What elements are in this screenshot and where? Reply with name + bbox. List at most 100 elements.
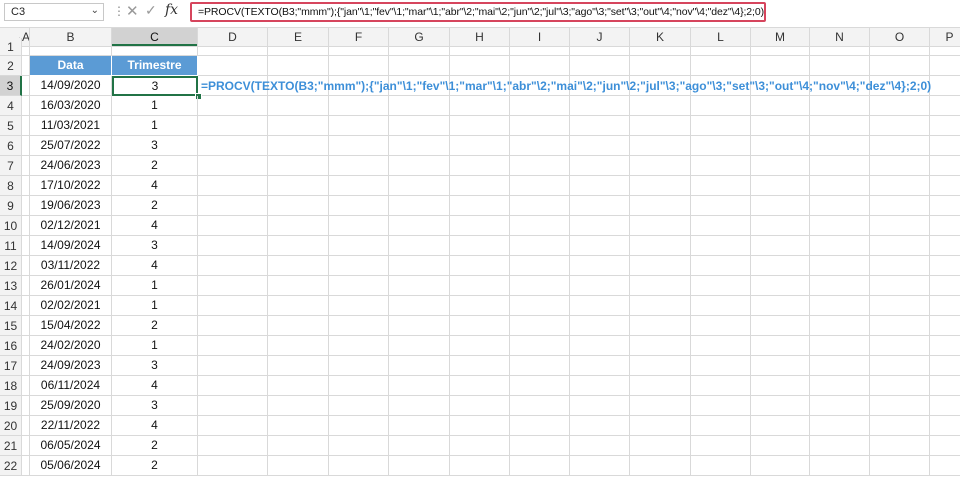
cell-g11[interactable] <box>389 236 450 256</box>
cell-o9[interactable] <box>870 196 930 216</box>
cell-o7[interactable] <box>870 156 930 176</box>
cell-k1[interactable] <box>630 38 691 56</box>
cell-l11[interactable] <box>691 236 751 256</box>
cell-e20[interactable] <box>268 416 329 436</box>
cell-b18[interactable]: 06/11/2024 <box>30 376 112 396</box>
cell-p11[interactable] <box>930 236 960 256</box>
cell-b7[interactable]: 24/06/2023 <box>30 156 112 176</box>
cell-m8[interactable] <box>751 176 810 196</box>
cell-c10[interactable]: 4 <box>112 216 198 236</box>
cell-b8[interactable]: 17/10/2022 <box>30 176 112 196</box>
cell-a22[interactable] <box>22 456 30 476</box>
cell-m13[interactable] <box>751 276 810 296</box>
cell-j1[interactable] <box>570 38 630 56</box>
cell-c4[interactable]: 1 <box>112 96 198 116</box>
cell-g22[interactable] <box>389 456 450 476</box>
cell-j10[interactable] <box>570 216 630 236</box>
cell-c9[interactable]: 2 <box>112 196 198 216</box>
cell-c16[interactable]: 1 <box>112 336 198 356</box>
name-box[interactable]: C3 ⌄ <box>4 3 104 21</box>
cell-o1[interactable] <box>870 38 930 56</box>
cell-h7[interactable] <box>450 156 510 176</box>
cell-k2[interactable] <box>630 56 691 76</box>
cell-e10[interactable] <box>268 216 329 236</box>
cell-a12[interactable] <box>22 256 30 276</box>
cell-f18[interactable] <box>329 376 389 396</box>
cell-l22[interactable] <box>691 456 751 476</box>
cell-k12[interactable] <box>630 256 691 276</box>
cell-f20[interactable] <box>329 416 389 436</box>
cell-h13[interactable] <box>450 276 510 296</box>
cell-l9[interactable] <box>691 196 751 216</box>
cell-p16[interactable] <box>930 336 960 356</box>
cell-b15[interactable]: 15/04/2022 <box>30 316 112 336</box>
row-header-5[interactable]: 5 <box>0 116 22 136</box>
cell-f12[interactable] <box>329 256 389 276</box>
cell-i10[interactable] <box>510 216 570 236</box>
cell-b22[interactable]: 05/06/2024 <box>30 456 112 476</box>
cell-d19[interactable] <box>198 396 268 416</box>
cell-f15[interactable] <box>329 316 389 336</box>
cell-j11[interactable] <box>570 236 630 256</box>
cell-j16[interactable] <box>570 336 630 356</box>
cell-p5[interactable] <box>930 116 960 136</box>
cell-h1[interactable] <box>450 38 510 56</box>
cell-p20[interactable] <box>930 416 960 436</box>
cell-b10[interactable]: 02/12/2021 <box>30 216 112 236</box>
cell-c18[interactable]: 4 <box>112 376 198 396</box>
cell-a1[interactable] <box>22 38 30 56</box>
cell-k16[interactable] <box>630 336 691 356</box>
cell-h9[interactable] <box>450 196 510 216</box>
cell-f16[interactable] <box>329 336 389 356</box>
cell-c1[interactable] <box>112 38 198 56</box>
cell-g9[interactable] <box>389 196 450 216</box>
cell-h6[interactable] <box>450 136 510 156</box>
cell-e11[interactable] <box>268 236 329 256</box>
cell-h22[interactable] <box>450 456 510 476</box>
cell-m14[interactable] <box>751 296 810 316</box>
row-header-16[interactable]: 16 <box>0 336 22 356</box>
row-header-13[interactable]: 13 <box>0 276 22 296</box>
cell-k4[interactable] <box>630 96 691 116</box>
cell-f2[interactable] <box>329 56 389 76</box>
cell-b16[interactable]: 24/02/2020 <box>30 336 112 356</box>
cell-i11[interactable] <box>510 236 570 256</box>
cell-o18[interactable] <box>870 376 930 396</box>
cell-e17[interactable] <box>268 356 329 376</box>
row-header-19[interactable]: 19 <box>0 396 22 416</box>
cell-i18[interactable] <box>510 376 570 396</box>
cell-d16[interactable] <box>198 336 268 356</box>
cell-j15[interactable] <box>570 316 630 336</box>
cell-g10[interactable] <box>389 216 450 236</box>
cell-h20[interactable] <box>450 416 510 436</box>
cell-d7[interactable] <box>198 156 268 176</box>
cell-k8[interactable] <box>630 176 691 196</box>
cell-i7[interactable] <box>510 156 570 176</box>
cell-o11[interactable] <box>870 236 930 256</box>
cell-h19[interactable] <box>450 396 510 416</box>
cell-e1[interactable] <box>268 38 329 56</box>
cell-o12[interactable] <box>870 256 930 276</box>
cell-h15[interactable] <box>450 316 510 336</box>
cell-d15[interactable] <box>198 316 268 336</box>
cell-o10[interactable] <box>870 216 930 236</box>
cell-p6[interactable] <box>930 136 960 156</box>
cell-k21[interactable] <box>630 436 691 456</box>
cell-c8[interactable]: 4 <box>112 176 198 196</box>
cell-p13[interactable] <box>930 276 960 296</box>
cell-c5[interactable]: 1 <box>112 116 198 136</box>
cell-d13[interactable] <box>198 276 268 296</box>
row-header-4[interactable]: 4 <box>0 96 22 116</box>
cell-m15[interactable] <box>751 316 810 336</box>
cell-a21[interactable] <box>22 436 30 456</box>
drag-handle-icon[interactable]: ⋮ <box>113 4 125 18</box>
cell-e7[interactable] <box>268 156 329 176</box>
cell-n4[interactable] <box>810 96 870 116</box>
row-header-12[interactable]: 12 <box>0 256 22 276</box>
cell-a15[interactable] <box>22 316 30 336</box>
row-header-9[interactable]: 9 <box>0 196 22 216</box>
cell-b20[interactable]: 22/11/2022 <box>30 416 112 436</box>
cell-o21[interactable] <box>870 436 930 456</box>
cell-j12[interactable] <box>570 256 630 276</box>
cell-i13[interactable] <box>510 276 570 296</box>
